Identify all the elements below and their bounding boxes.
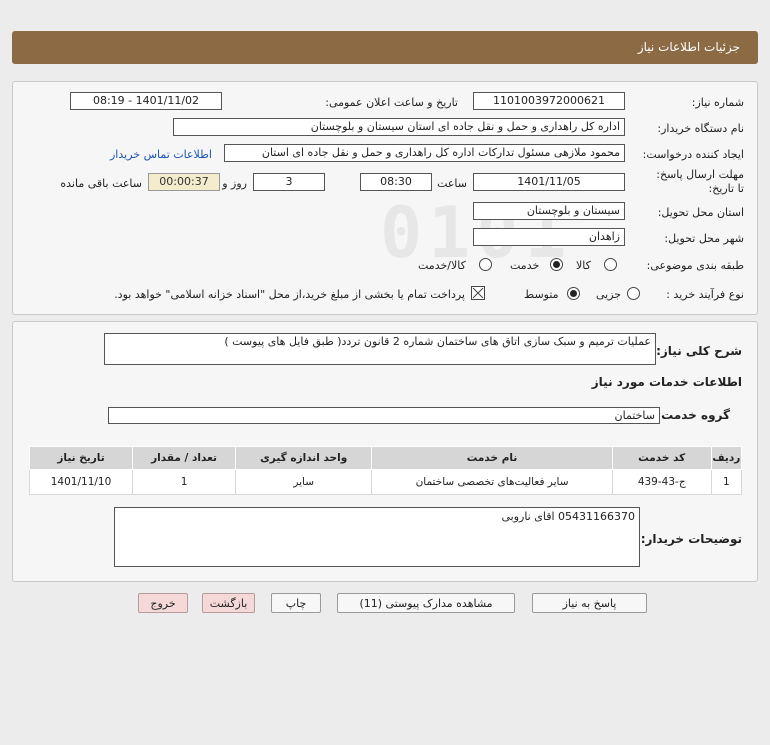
announce-label: تاریخ و ساعت اعلان عمومی:: [325, 96, 458, 109]
process-label: نوع فرآیند خرید :: [666, 288, 744, 301]
process-partial-label: جزیی: [596, 288, 622, 301]
exit-button[interactable]: خروج: [138, 593, 188, 613]
cell-row: 1: [710, 469, 743, 495]
process-medium-radio[interactable]: [567, 287, 580, 300]
print-button[interactable]: چاپ: [271, 593, 321, 613]
service-group-label: گروه خدمت:: [656, 408, 730, 422]
buyer-org-label: نام دستگاه خریدار:: [657, 122, 744, 135]
cell-name: سایر فعالیت‌های تخصصی ساختمان: [371, 469, 613, 495]
category-service-radio[interactable]: [550, 258, 563, 271]
requester-label: ایجاد کننده درخواست:: [642, 148, 744, 161]
cell-date: 1401/11/10: [28, 469, 134, 495]
deadline-time-field: 08:30: [360, 173, 432, 191]
services-table-header: ردیف کد خدمت نام خدمت واحد اندازه گیری ت…: [28, 446, 743, 470]
category-label: طبقه بندی موضوعی:: [646, 259, 744, 272]
category-goods-radio[interactable]: [604, 258, 617, 271]
day-and-label: روز و: [222, 177, 247, 190]
cross-icon: [472, 287, 484, 299]
col-unit: واحد اندازه گیری: [235, 446, 373, 470]
category-goods-service-radio[interactable]: [479, 258, 492, 271]
remaining-time-label: ساعت باقی مانده: [60, 177, 142, 190]
attachments-button[interactable]: مشاهده مدارک پیوستی (11): [337, 593, 515, 613]
province-label: استان محل تحویل:: [657, 206, 744, 219]
reply-button[interactable]: پاسخ به نیاز: [532, 593, 647, 613]
city-field: زاهدان: [473, 228, 625, 246]
page-title: جزئیات اطلاعات نیاز: [637, 40, 740, 54]
requester-field: محمود ملازهی مسئول تدارکات اداره کل راهد…: [224, 144, 625, 162]
services-table: ردیف کد خدمت نام خدمت واحد اندازه گیری ت…: [28, 446, 743, 495]
buyer-notes-field: 05431166370 اقای ناروبی: [114, 507, 640, 567]
remaining-time-field: 00:00:37: [148, 173, 220, 191]
description-label: شرح کلی نیاز:: [656, 344, 742, 358]
deadline-label: مهلت ارسال پاسخ: تا تاریخ:: [656, 168, 744, 195]
col-code: کد خدمت: [611, 446, 712, 470]
col-date: تاریخ نیاز: [28, 446, 134, 470]
days-field: 3: [253, 173, 325, 191]
announce-field: 1401/11/02 - 08:19: [70, 92, 222, 110]
table-row: 1 ج-43-439 سایر فعالیت‌های تخصصی ساختمان…: [28, 469, 743, 495]
city-label: شهر محل تحویل:: [664, 232, 744, 245]
cell-code: ج-43-439: [611, 469, 712, 495]
back-button[interactable]: بازگشت: [202, 593, 255, 613]
col-qty: تعداد / مقدار: [132, 446, 237, 470]
category-goods-service-label: کالا/خدمت: [418, 259, 466, 272]
category-goods-label: کالا: [576, 259, 591, 272]
need-info-panel: [12, 81, 758, 315]
cell-unit: سایر: [235, 469, 373, 495]
process-partial-radio[interactable]: [627, 287, 640, 300]
deadline-time-label: ساعت: [437, 177, 467, 190]
need-number-field: 1101003972000621: [473, 92, 625, 110]
description-field: عملیات ترمیم و سبک سازی اتاق های ساختمان…: [104, 333, 656, 365]
col-name: نام خدمت: [371, 446, 613, 470]
category-service-label: خدمت: [510, 259, 540, 272]
need-number-label: شماره نیاز:: [691, 96, 744, 109]
buyer-notes-label: توضیحات خریدار:: [640, 532, 742, 546]
treasury-bond-checkbox[interactable]: [471, 286, 485, 300]
process-medium-label: متوسط: [524, 288, 559, 301]
service-group-field: ساختمان: [108, 407, 660, 424]
province-field: سیستان و بلوچستان: [473, 202, 625, 220]
cell-qty: 1: [132, 469, 237, 495]
buyer-org-field: اداره کل راهداری و حمل و نقل جاده ای است…: [173, 118, 625, 136]
deadline-date-field: 1401/11/05: [473, 173, 625, 191]
payment-note: پرداخت تمام یا بخشی از مبلغ خرید،از محل …: [114, 288, 465, 301]
page-header: جزئیات اطلاعات نیاز: [12, 31, 758, 64]
services-section-title: اطلاعات خدمات مورد نیاز: [591, 375, 742, 389]
col-row: ردیف: [710, 446, 743, 470]
buyer-contact-link[interactable]: اطلاعات تماس خریدار: [110, 148, 212, 161]
